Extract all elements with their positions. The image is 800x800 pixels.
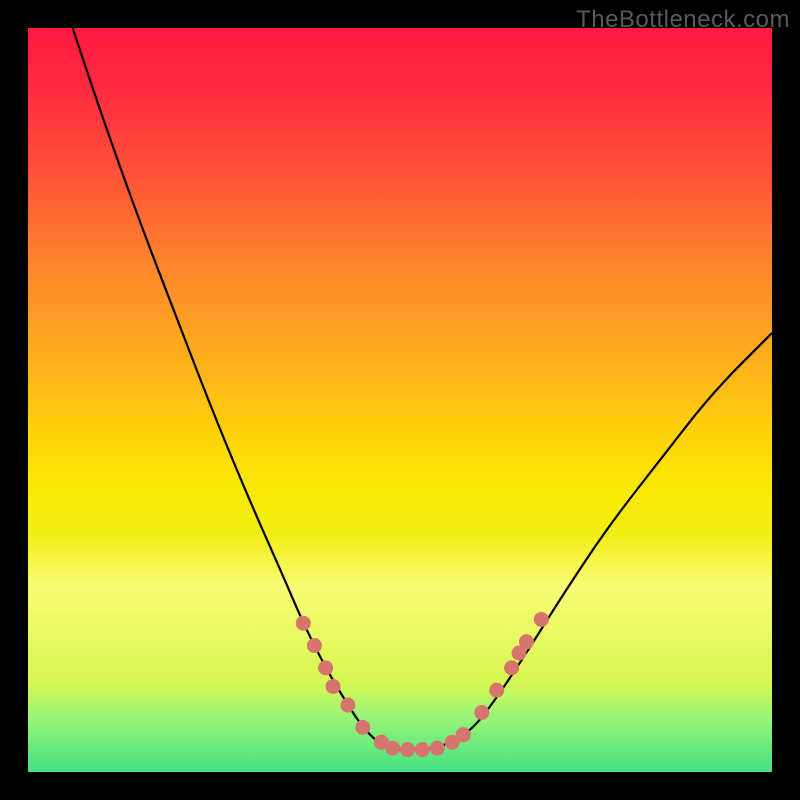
plot-area (28, 28, 772, 772)
data-marker (534, 612, 549, 627)
data-marker (430, 741, 445, 756)
chart-frame: TheBottleneck.com (0, 0, 800, 800)
data-marker (400, 742, 415, 757)
data-marker (504, 660, 519, 675)
data-marker (474, 705, 489, 720)
data-marker (456, 727, 471, 742)
marker-group (296, 612, 549, 757)
data-marker (307, 638, 322, 653)
data-marker (296, 616, 311, 631)
watermark-text: TheBottleneck.com (576, 6, 790, 34)
bottleneck-curve (73, 28, 772, 750)
data-marker (318, 660, 333, 675)
curve-svg (28, 28, 772, 772)
data-marker (415, 742, 430, 757)
data-marker (385, 741, 400, 756)
data-marker (519, 634, 534, 649)
data-marker (355, 720, 370, 735)
data-marker (489, 683, 504, 698)
data-marker (326, 679, 341, 694)
data-marker (340, 698, 355, 713)
